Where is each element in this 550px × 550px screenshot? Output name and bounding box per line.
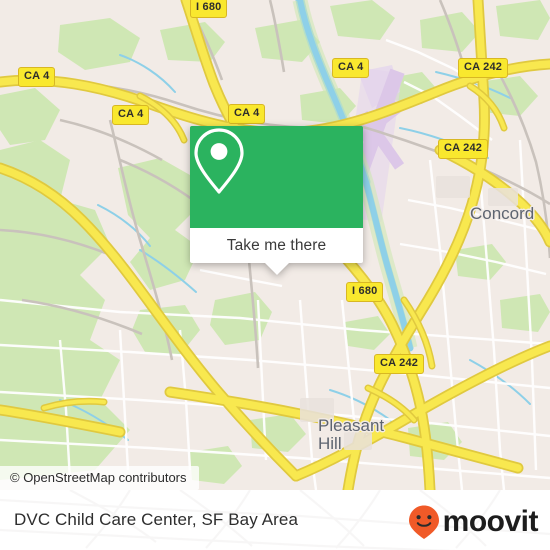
- road-shield: CA 242: [374, 354, 425, 374]
- road-shield: CA 4: [228, 104, 266, 124]
- road-shield: CA 242: [458, 58, 509, 78]
- callout-action-label: Take me there: [226, 236, 327, 254]
- callout-action[interactable]: Take me there: [190, 228, 363, 275]
- map-canvas[interactable]: I 680 CA 4 CA 242 CA 4 CA 4 CA 4 CA 242 I 680 CA…: [0, 0, 550, 490]
- place-label: Pleasant Hill: [318, 417, 384, 453]
- callout-header: [190, 126, 363, 228]
- callout-tail: [264, 263, 289, 275]
- road-shield: I 680: [190, 0, 228, 18]
- moovit-logo[interactable]: moovit: [407, 504, 539, 540]
- place-label-line: Pleasant: [318, 416, 385, 435]
- road-shield: CA 242: [438, 139, 489, 159]
- road-shield: CA 4: [332, 58, 370, 78]
- place-label-line: Hill: [318, 434, 342, 453]
- road-shield: CA 4: [18, 67, 56, 87]
- road-shield: CA 4: [112, 105, 150, 125]
- map-screenshot: I 680 CA 4 CA 242 CA 4 CA 4 CA 4 CA 242 I 680 CA…: [0, 0, 550, 550]
- map-pin-icon: [194, 128, 244, 194]
- place-title: DVC Child Care Center, SF Bay Area: [14, 510, 299, 529]
- location-callout-card[interactable]: Take me there: [190, 126, 363, 275]
- road-shield: I 680: [346, 282, 384, 302]
- place-label: Concord: [470, 205, 534, 223]
- bottom-info-bar: DVC Child Care Center, SF Bay Area moovi…: [0, 490, 550, 550]
- moovit-smiley-pin-icon: [408, 505, 439, 539]
- place-label-line: Concord: [470, 204, 535, 223]
- osm-attribution[interactable]: © OpenStreetMap contributors: [0, 466, 199, 490]
- moovit-wordmark: moovit: [442, 505, 539, 538]
